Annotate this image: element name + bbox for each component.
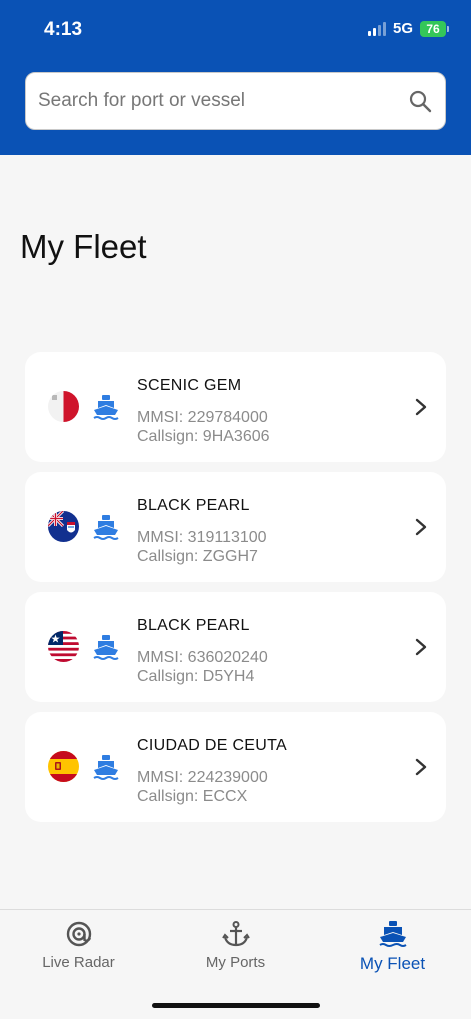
vessel-card[interactable]: BLACK PEARL MMSI: 319113100 Callsign: ZG… <box>25 472 446 582</box>
vessel-list: SCENIC GEM MMSI: 229784000 Callsign: 9HA… <box>25 352 446 832</box>
ship-icon <box>93 393 119 421</box>
tab-my-fleet[interactable]: My Fleet <box>314 920 471 974</box>
vessel-callsign: Callsign: 9HA3606 <box>137 428 270 445</box>
signal-icon <box>367 21 386 36</box>
vessel-callsign: Callsign: D5YH4 <box>137 668 255 685</box>
vessel-name: CIUDAD DE CEUTA <box>137 737 287 754</box>
network-type: 5G <box>392 20 413 37</box>
vessel-callsign: Callsign: ECCX <box>137 788 248 805</box>
malta-flag-icon <box>48 391 79 422</box>
radar-icon <box>65 920 93 948</box>
ship-icon <box>378 920 407 948</box>
tab-label: Live Radar <box>42 954 115 971</box>
chevron-right-icon <box>414 758 428 776</box>
tab-label: My Ports <box>205 954 266 971</box>
vessel-card[interactable]: CIUDAD DE CEUTA MMSI: 224239000 Callsign… <box>25 712 446 822</box>
ship-icon <box>93 633 119 661</box>
status-bar-right: 5G 76 <box>367 20 449 37</box>
cayman-islands-flag-icon <box>48 511 79 542</box>
tab-label: My Fleet <box>359 954 426 973</box>
vessel-card[interactable]: BLACK PEARL MMSI: 636020240 Callsign: D5… <box>25 592 446 702</box>
vessel-mmsi: MMSI: 636020240 <box>137 649 268 666</box>
chevron-right-icon <box>414 398 428 416</box>
search-input[interactable] <box>38 90 407 112</box>
battery-level: 76 <box>420 20 446 37</box>
vessel-mmsi: MMSI: 319113100 <box>137 529 267 546</box>
ship-icon <box>93 513 119 541</box>
vessel-card[interactable]: SCENIC GEM MMSI: 229784000 Callsign: 9HA… <box>25 352 446 462</box>
tab-live-radar[interactable]: Live Radar <box>0 920 157 971</box>
vessel-mmsi: MMSI: 229784000 <box>137 409 268 426</box>
vessel-name: BLACK PEARL <box>137 497 250 514</box>
vessel-callsign: Callsign: ZGGH7 <box>137 548 258 565</box>
chevron-right-icon <box>414 518 428 536</box>
ship-icon <box>93 753 119 781</box>
chevron-right-icon <box>414 638 428 656</box>
search-bar[interactable] <box>25 72 446 130</box>
tab-my-ports[interactable]: My Ports <box>157 920 314 971</box>
liberia-flag-icon <box>48 631 79 662</box>
spain-flag-icon <box>48 751 79 782</box>
header: 4:13 5G 76 <box>0 0 471 155</box>
home-indicator <box>152 1003 320 1008</box>
anchor-icon <box>221 920 250 948</box>
page-title: My Fleet <box>20 228 147 265</box>
search-icon[interactable] <box>407 88 433 114</box>
vessel-name: SCENIC GEM <box>137 377 242 394</box>
status-time: 4:13 <box>44 19 83 40</box>
battery-icon: 76 <box>420 20 449 37</box>
vessel-name: BLACK PEARL <box>137 617 250 634</box>
vessel-mmsi: MMSI: 224239000 <box>137 769 268 786</box>
